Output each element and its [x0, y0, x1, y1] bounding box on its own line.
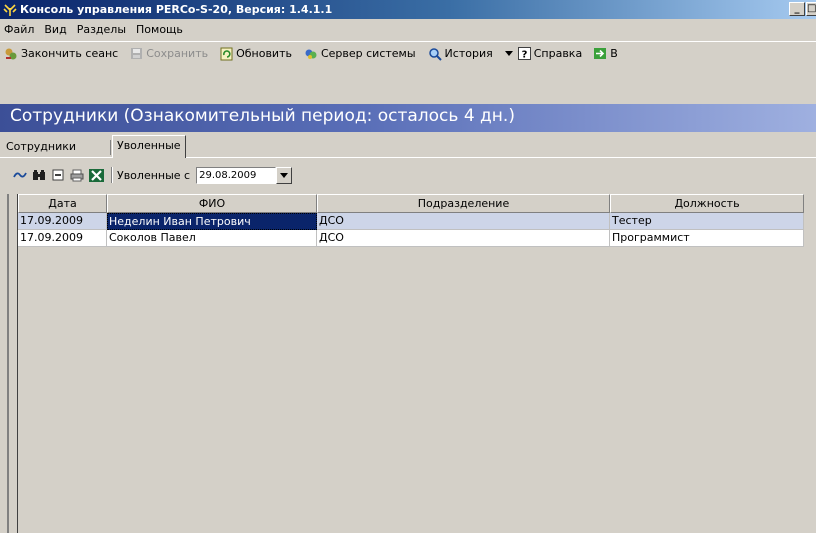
menu-sections[interactable]: Разделы: [72, 23, 131, 36]
panel-left-border: [7, 194, 9, 533]
page-title: Сотрудники (Ознакомительный период: оста…: [10, 106, 515, 126]
svg-text:?: ?: [521, 50, 527, 61]
dismissed-employees-grid: Дата ФИО Подразделение Должность 17.09.2…: [17, 194, 816, 533]
help-button[interactable]: ? Справка: [501, 47, 586, 60]
system-server-button[interactable]: Сервер системы: [300, 47, 420, 61]
dismissed-since-date-input[interactable]: [196, 166, 277, 184]
tab-employees[interactable]: Сотрудники: [2, 137, 80, 157]
magnifier-icon: [428, 47, 442, 61]
window-title-bar: Консоль управления PERCo-S-20, Версия: 1…: [0, 0, 816, 19]
end-session-button[interactable]: Закончить сеанс: [0, 47, 122, 61]
table-row[interactable]: 17.09.2009 Неделин Иван Петрович ДСО Тес…: [18, 213, 804, 230]
server-icon: [305, 49, 317, 59]
refresh-icon: [220, 47, 233, 60]
refresh-label: Обновить: [236, 47, 292, 60]
help-icon: ?: [517, 47, 531, 61]
system-server-label: Сервер системы: [320, 47, 416, 60]
print-icon[interactable]: [69, 167, 85, 183]
menu-help[interactable]: Помощь: [131, 23, 188, 36]
exit-label: В: [610, 47, 618, 60]
refresh-button[interactable]: Обновить: [216, 47, 296, 61]
date-dropdown-button[interactable]: [276, 166, 293, 184]
grid-body: Дата ФИО Подразделение Должность 17.09.2…: [18, 194, 804, 533]
tab-dismissed[interactable]: Уволенные: [112, 135, 186, 158]
end-session-label: Закончить сеанс: [21, 47, 119, 60]
find-binoculars-icon[interactable]: [31, 167, 47, 183]
perco-app-icon: [3, 3, 17, 16]
menu-view[interactable]: Вид: [39, 23, 71, 36]
history-label: История: [444, 47, 493, 60]
cell-position: Программист: [610, 230, 804, 247]
column-header-name[interactable]: ФИО: [107, 194, 317, 213]
cell-department: ДСО: [317, 230, 610, 247]
minimize-button[interactable]: _: [789, 2, 805, 16]
end-session-icon: [5, 48, 17, 59]
cell-name: Неделин Иван Петрович: [107, 213, 317, 230]
main-toolbar: Закончить сеанс Сохранить Обновить Серве…: [0, 41, 816, 65]
filter-toolbar: Уволенные с: [12, 164, 816, 186]
filter-toolbar-separator: [111, 167, 113, 183]
exit-button[interactable]: В: [590, 47, 622, 60]
save-button[interactable]: Сохранить: [126, 47, 212, 60]
maximize-button[interactable]: □: [806, 2, 816, 16]
cell-date: 17.09.2009: [18, 213, 107, 230]
column-header-department[interactable]: Подразделение: [317, 194, 610, 213]
collapse-icon[interactable]: [50, 167, 66, 183]
cell-name: Соколов Павел: [107, 230, 317, 247]
column-header-date[interactable]: Дата: [18, 194, 107, 213]
menu-bar: Файл Вид Разделы Помощь: [0, 19, 816, 39]
menu-file[interactable]: Файл: [0, 23, 39, 36]
cell-date: 17.09.2009: [18, 230, 107, 247]
chevron-down-icon: [280, 172, 289, 178]
exit-arrow-icon: [594, 48, 607, 59]
tab-strip: Сотрудники Уволенные: [0, 135, 816, 158]
table-row[interactable]: 17.09.2009 Соколов Павел ДСО Программист: [18, 230, 804, 247]
cell-position: Тестер: [610, 213, 804, 230]
tab-separator: [110, 140, 111, 155]
help-label: Справка: [533, 47, 583, 60]
save-icon: [131, 48, 143, 59]
help-dropdown-arrow-icon: [504, 50, 513, 56]
cell-department: ДСО: [317, 213, 610, 230]
dismissed-since-label: Уволенные с: [117, 168, 191, 182]
undo-icon[interactable]: [12, 167, 28, 183]
history-button[interactable]: История: [424, 47, 497, 61]
excel-export-icon[interactable]: [88, 167, 104, 183]
window-title: Консоль управления PERCo-S-20, Версия: 1…: [20, 3, 333, 16]
column-header-position[interactable]: Должность: [610, 194, 804, 213]
save-label: Сохранить: [146, 47, 209, 60]
